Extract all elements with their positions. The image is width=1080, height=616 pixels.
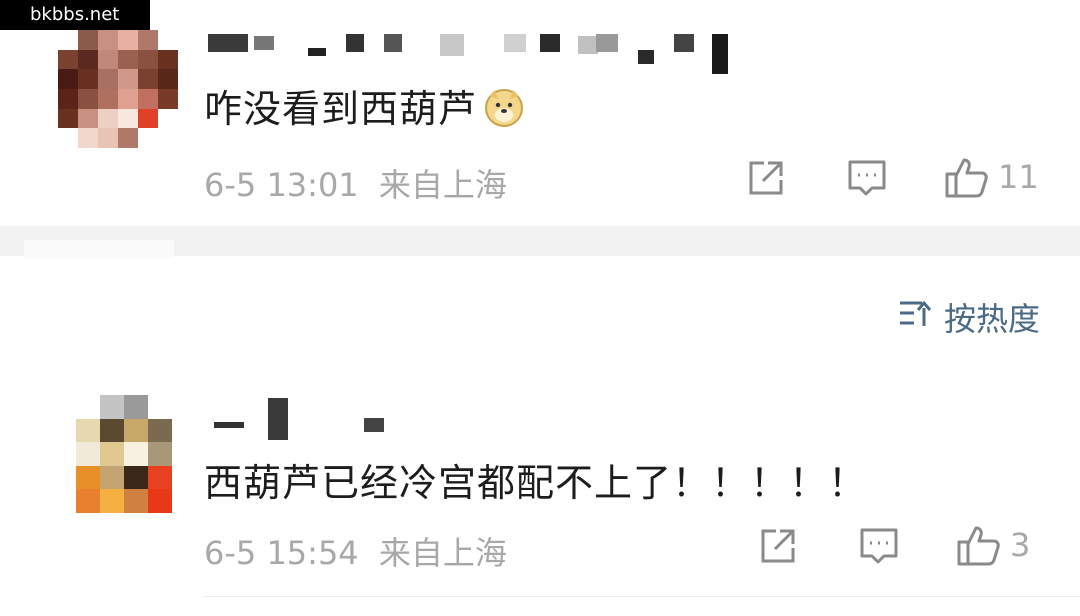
sort-icon <box>898 298 944 336</box>
like-button[interactable]: 11 <box>944 154 1039 200</box>
comment-item: 咋没看到西葫芦 6-5 13:01 来自上海 11 <box>0 0 1080 222</box>
like-count: 3 <box>1010 526 1031 564</box>
sort-label: 按热度 <box>943 300 1040 338</box>
comment-text: 西葫芦已经冷宫都配不上了！！！！！ <box>204 461 868 505</box>
comment-meta: 6-5 13:01 来自上海 <box>204 160 507 206</box>
like-icon <box>944 154 990 200</box>
reply-icon <box>858 526 900 566</box>
sort-by-hot-button[interactable]: 按热度 <box>898 294 1040 340</box>
comment-item: 西葫芦已经冷宫都配不上了！！！！！ 6-5 15:54 来自上海 3 <box>0 380 1080 616</box>
divider-notch <box>24 240 174 258</box>
reply-icon <box>846 158 888 198</box>
avatar[interactable] <box>76 395 172 513</box>
share-icon <box>758 526 798 566</box>
comment-location: 来自上海 <box>378 166 507 204</box>
username-pixelated[interactable] <box>204 394 404 440</box>
share-icon <box>746 158 786 198</box>
share-button[interactable] <box>746 158 786 198</box>
comment-location: 来自上海 <box>378 534 507 572</box>
reply-button[interactable] <box>846 158 888 198</box>
comment-text: 咋没看到西葫芦 <box>204 78 525 137</box>
share-button[interactable] <box>758 526 798 566</box>
doge-emoji-icon <box>483 86 525 137</box>
comment-time: 6-5 13:01 <box>204 166 359 204</box>
avatar[interactable] <box>58 30 178 148</box>
reply-button[interactable] <box>858 526 900 566</box>
comment-time: 6-5 15:54 <box>204 534 359 572</box>
bottom-divider <box>204 596 1080 597</box>
like-button[interactable]: 3 <box>956 522 1030 568</box>
like-count: 11 <box>998 158 1039 196</box>
comment-meta: 6-5 15:54 来自上海 <box>204 528 507 574</box>
like-icon <box>956 522 1002 568</box>
username-pixelated[interactable] <box>204 28 734 74</box>
